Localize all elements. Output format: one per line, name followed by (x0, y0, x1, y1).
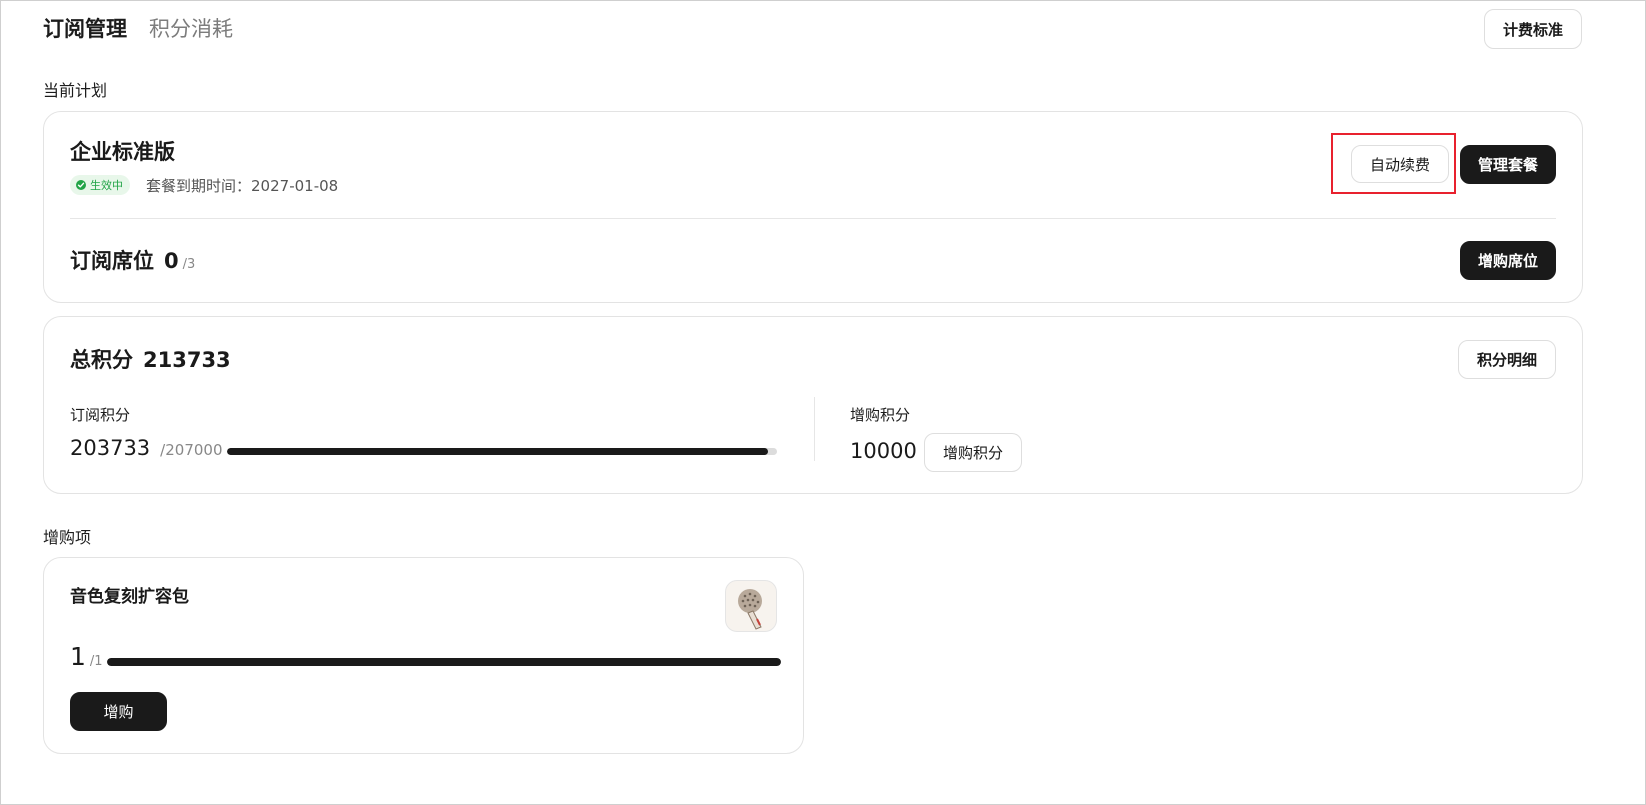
pricing-standard-button[interactable]: 计费标准 (1484, 9, 1582, 49)
plan-name: 企业标准版 (70, 140, 175, 164)
subscription-credits-value: 203733 (70, 436, 151, 460)
status-badge-label: 生效中 (90, 179, 123, 192)
current-plan-section-title: 当前计划 (43, 81, 108, 100)
subscription-credits-progress-fill (227, 448, 769, 455)
status-badge: 生效中 (70, 175, 130, 195)
expire-date: 2027-01-08 (251, 177, 339, 195)
subscription-credits-row: 203733 /207000 (70, 436, 223, 460)
subscription-credits-label: 订阅积分 (70, 406, 131, 424)
addon-usage-progress-fill (107, 658, 781, 666)
seats-row: 订阅席位 0 /3 (70, 245, 195, 275)
manage-plan-button[interactable]: 管理套餐 (1460, 145, 1556, 184)
addon-usage-row: 1 /1 (70, 642, 103, 671)
microphone-icon (725, 580, 777, 632)
expire-label: 套餐到期时间： (146, 177, 252, 195)
total-credits-row: 总积分 213733 (70, 344, 231, 374)
addon-usage-progress (107, 658, 781, 666)
total-credits-label: 总积分 (70, 348, 133, 372)
buy-credits-button[interactable]: 增购积分 (924, 433, 1022, 472)
addon-buy-button[interactable]: 增购 (70, 692, 167, 731)
plan-expire-info: 套餐到期时间：2027-01-08 (146, 175, 338, 196)
seats-used: 0 (164, 249, 179, 273)
highlight-box (1331, 133, 1456, 194)
total-credits-value: 213733 (143, 348, 231, 372)
addon-name: 音色复刻扩容包 (70, 587, 189, 607)
page-frame: 订阅管理 积分消耗 计费标准 当前计划 企业标准版 生效中 套餐到期时间：202… (0, 0, 1646, 805)
credits-vertical-divider (814, 397, 815, 461)
plan-divider (70, 218, 1556, 219)
check-circle-icon (76, 180, 86, 190)
addons-section-title: 增购项 (43, 528, 92, 547)
subscription-credits-max: /207000 (160, 441, 223, 459)
credits-card: 总积分 213733 积分明细 订阅积分 203733 /207000 增购积分… (43, 316, 1583, 494)
subscription-credits-progress (227, 448, 777, 455)
tab-credit-consumption[interactable]: 积分消耗 (149, 13, 233, 43)
tab-subscription-management[interactable]: 订阅管理 (43, 13, 127, 43)
seats-label: 订阅席位 (70, 249, 154, 273)
seats-total: /3 (182, 257, 196, 272)
purchased-credits-value: 10000 (850, 439, 917, 463)
addon-card: 音色复刻扩容包 1 /1 增购 (43, 557, 804, 754)
buy-seats-button[interactable]: 增购席位 (1460, 241, 1556, 280)
credits-detail-button[interactable]: 积分明细 (1458, 340, 1556, 379)
addon-used: 1 (70, 642, 86, 671)
addon-total: /1 (89, 654, 103, 669)
purchased-credits-label: 增购积分 (850, 406, 911, 424)
